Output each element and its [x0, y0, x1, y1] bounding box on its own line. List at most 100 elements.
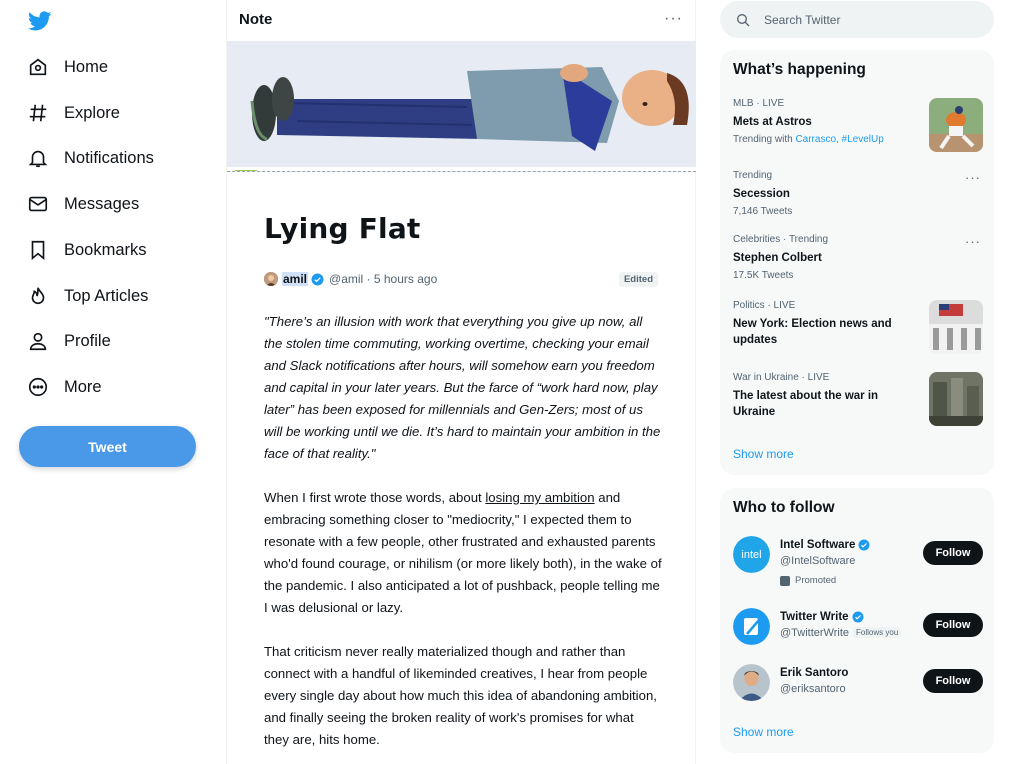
nav-explore-label: Explore — [64, 103, 120, 122]
note-more-options-icon[interactable]: ··· — [664, 10, 683, 28]
nav-top-articles-label: Top Articles — [64, 286, 149, 305]
nav-home[interactable]: Home — [24, 50, 108, 84]
article-byline: amil @amil · 5 hours ago Edited — [264, 272, 658, 287]
election-news-thumbnail — [929, 300, 983, 354]
promoted-label: Promoted — [780, 575, 836, 586]
home-icon — [24, 53, 52, 81]
nav-bookmarks[interactable]: Bookmarks — [24, 233, 147, 267]
nav-bookmarks-label: Bookmarks — [64, 240, 147, 259]
note-header-title: Note — [239, 11, 273, 28]
note-column: Note ··· Lying Flat amil @amil · 5 hours… — [226, 0, 696, 764]
twitter-logo-icon[interactable] — [27, 9, 53, 33]
who-to-follow-title: Who to follow — [733, 499, 835, 516]
author-name[interactable]: amil — [282, 272, 309, 286]
nav-top-articles[interactable]: Top Articles — [24, 279, 148, 313]
article-quote: "There’s an illusion with work that ever… — [264, 314, 661, 461]
promoted-text: Promoted — [795, 575, 837, 586]
whats-happening-panel: What’s happening MLB · LIVE Mets at Astr… — [720, 50, 994, 475]
trend-name: Secession — [733, 188, 790, 200]
trend-tweet-count: 17.5K Tweets — [733, 270, 794, 281]
trend-category: Trending — [733, 170, 773, 181]
article-paragraph-2: That criticism never really materialized… — [264, 644, 657, 747]
follow-suggestion[interactable]: Twitter Write @TwitterWrite Follows you F… — [733, 608, 983, 654]
account-handle: @TwitterWrite Follows you — [780, 627, 902, 639]
nav-messages-label: Messages — [64, 194, 140, 213]
trend-related-links[interactable]: Carrasco, #LevelUp — [795, 134, 883, 145]
follow-button[interactable]: Follow — [923, 669, 983, 693]
follow-suggestion[interactable]: intel Intel Software @IntelSoftware Prom… — [733, 536, 983, 586]
nav-more-label: More — [64, 377, 102, 396]
search-input[interactable] — [764, 12, 964, 27]
follow-suggestion[interactable]: Erik Santoro @eriksantoro Follow — [733, 664, 983, 710]
nav-profile[interactable]: Profile — [24, 324, 111, 358]
trend-subtext-prefix: Trending with — [733, 134, 796, 145]
paragraph-text: and embracing something closer to "medio… — [264, 490, 662, 615]
hashtag-icon — [24, 99, 52, 127]
who-to-follow-panel: Who to follow intel Intel Software @Inte… — [720, 488, 994, 753]
trend-tweet-count: 7,146 Tweets — [733, 206, 793, 217]
person-icon — [24, 327, 52, 355]
twitter-write-avatar[interactable] — [733, 608, 770, 645]
account-name: Erik Santoro — [780, 667, 848, 679]
author-handle-and-time: @amil · 5 hours ago — [329, 272, 438, 286]
search-icon — [737, 13, 750, 26]
nav-explore[interactable]: Explore — [24, 96, 120, 130]
promoted-icon — [780, 575, 790, 586]
whats-happening-title: What’s happening — [733, 61, 866, 78]
article-paragraph-1: When I first wrote those words, about lo… — [264, 487, 662, 619]
nav-notifications-label: Notifications — [64, 148, 154, 167]
trend-more-icon[interactable]: ··· — [965, 234, 981, 249]
trend-name: New York: Election news and updates — [733, 318, 892, 346]
account-name-text: Twitter Write — [780, 611, 849, 623]
account-name: Intel Software — [780, 539, 870, 551]
trend-item[interactable]: Trending Secession 7,146 Tweets ··· — [733, 170, 983, 220]
erik-santoro-avatar[interactable] — [733, 664, 770, 701]
article-body: "There’s an illusion with work that ever… — [264, 311, 662, 764]
search-bar[interactable] — [720, 1, 994, 38]
edited-badge: Edited — [618, 272, 658, 287]
trend-item[interactable]: Celebrities · Trending Stephen Colbert 1… — [733, 234, 983, 284]
account-handle: @eriksantoro — [780, 683, 846, 695]
trend-category: Celebrities · Trending — [733, 234, 829, 245]
trend-item[interactable]: Politics · LIVE New York: Election news … — [733, 300, 983, 356]
nav-more[interactable]: More — [24, 370, 102, 404]
account-handle-text: @TwitterWrite — [780, 627, 850, 639]
trend-item[interactable]: War in Ukraine · LIVE The latest about t… — [733, 372, 983, 428]
author-avatar[interactable] — [264, 272, 278, 286]
flame-icon — [24, 282, 52, 310]
trend-name: Mets at Astros — [733, 116, 812, 128]
losing-my-ambition-link[interactable]: losing my ambition — [485, 490, 594, 505]
bell-icon — [24, 144, 52, 172]
trends-show-more-link[interactable]: Show more — [733, 447, 794, 461]
intel-logo-text: intel — [741, 549, 761, 561]
verified-badge-icon — [852, 611, 864, 623]
account-name: Twitter Write — [780, 611, 864, 623]
account-name-text: Intel Software — [780, 539, 856, 551]
verified-badge-icon — [858, 539, 870, 551]
follow-button[interactable]: Follow — [923, 541, 983, 565]
nav-messages[interactable]: Messages — [24, 187, 139, 221]
bookmark-icon — [24, 236, 52, 264]
article-hero-image — [227, 41, 696, 172]
more-circle-icon — [24, 373, 52, 401]
trend-name: Stephen Colbert — [733, 252, 822, 264]
envelope-icon — [24, 190, 52, 218]
left-sidebar: Home Explore Notifications Messages Book… — [0, 0, 226, 764]
verified-badge-icon — [311, 273, 324, 285]
trend-item[interactable]: MLB · LIVE Mets at Astros Trending with … — [733, 98, 983, 154]
article-title: Lying Flat — [264, 212, 421, 245]
trend-name: The latest about the war in Ukraine — [733, 390, 879, 418]
baseball-pitcher-thumbnail — [929, 98, 983, 152]
nav-home-label: Home — [64, 57, 109, 76]
trend-more-icon[interactable]: ··· — [965, 170, 981, 185]
follow-show-more-link[interactable]: Show more — [733, 725, 794, 739]
nav-notifications[interactable]: Notifications — [24, 141, 154, 175]
follow-button[interactable]: Follow — [923, 613, 983, 637]
account-handle: @IntelSoftware — [780, 555, 856, 567]
nav-profile-label: Profile — [64, 331, 111, 350]
paragraph-text: When I first wrote those words, about — [264, 490, 486, 505]
intel-software-avatar[interactable]: intel — [733, 536, 770, 573]
account-name-text: Erik Santoro — [780, 667, 849, 679]
tweet-button[interactable]: Tweet — [19, 426, 196, 467]
follows-you-badge: Follows you — [853, 627, 902, 638]
